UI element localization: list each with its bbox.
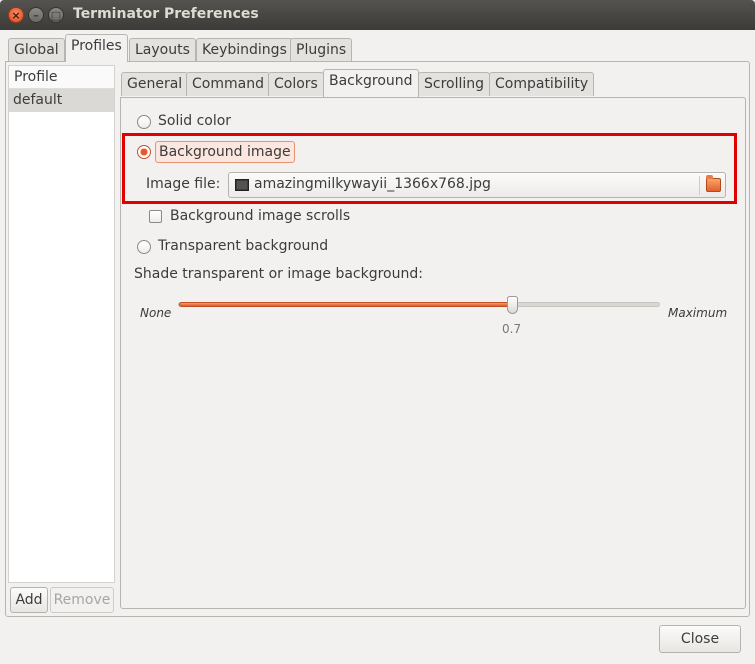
tab-keybindings[interactable]: Keybindings bbox=[196, 38, 293, 62]
transparent-background-radio[interactable] bbox=[137, 240, 151, 254]
folder-icon[interactable] bbox=[706, 175, 721, 192]
close-button[interactable]: Close bbox=[659, 625, 741, 653]
tab-layouts[interactable]: Layouts bbox=[129, 38, 196, 62]
window-title: Terminator Preferences bbox=[73, 6, 259, 22]
chooser-separator bbox=[699, 176, 700, 195]
shade-value: 0.7 bbox=[502, 322, 522, 336]
profile-list[interactable]: Profile default bbox=[8, 65, 115, 583]
transparent-background-label[interactable]: Transparent background bbox=[158, 238, 328, 254]
background-image-label[interactable]: Background image bbox=[155, 141, 295, 163]
maximize-window-icon[interactable]: □ bbox=[48, 7, 64, 23]
title-bar[interactable]: × – □ Terminator Preferences bbox=[0, 0, 755, 30]
solid-color-radio[interactable] bbox=[137, 115, 151, 129]
remove-profile-button[interactable]: Remove bbox=[50, 587, 114, 613]
close-window-icon[interactable]: × bbox=[8, 7, 24, 23]
shade-label: Shade transparent or image background: bbox=[134, 266, 423, 282]
background-image-radio[interactable] bbox=[137, 145, 151, 159]
image-file-icon bbox=[235, 179, 249, 191]
image-file-label: Image file: bbox=[146, 176, 221, 192]
tab-colors[interactable]: Colors bbox=[268, 72, 324, 96]
profile-item-default[interactable]: default bbox=[9, 89, 114, 112]
tab-plugins[interactable]: Plugins bbox=[290, 38, 353, 62]
tab-background[interactable]: Background bbox=[323, 69, 419, 97]
tab-profiles[interactable]: Profiles bbox=[65, 34, 128, 62]
tab-general[interactable]: General bbox=[121, 72, 189, 96]
tab-compatibility[interactable]: Compatibility bbox=[489, 72, 595, 96]
tab-global[interactable]: Global bbox=[8, 38, 65, 62]
profile-list-header[interactable]: Profile bbox=[9, 66, 114, 89]
solid-color-label[interactable]: Solid color bbox=[158, 113, 231, 129]
background-image-scrolls-label[interactable]: Background image scrolls bbox=[170, 208, 350, 224]
image-file-name: amazingmilkywayii_1366x768.jpg bbox=[254, 176, 491, 192]
shade-min-label: None bbox=[140, 306, 172, 320]
shade-max-label: Maximum bbox=[668, 306, 728, 320]
add-profile-button[interactable]: Add bbox=[10, 587, 48, 613]
shade-slider-handle[interactable] bbox=[507, 296, 518, 314]
tab-command[interactable]: Command bbox=[186, 72, 270, 96]
tab-scrolling[interactable]: Scrolling bbox=[418, 72, 491, 96]
background-image-scrolls-checkbox[interactable] bbox=[149, 210, 162, 223]
shade-slider[interactable] bbox=[178, 302, 660, 307]
image-file-chooser[interactable]: amazingmilkywayii_1366x768.jpg bbox=[228, 172, 726, 198]
minimize-window-icon[interactable]: – bbox=[28, 7, 44, 23]
shade-slider-fill bbox=[179, 302, 513, 307]
